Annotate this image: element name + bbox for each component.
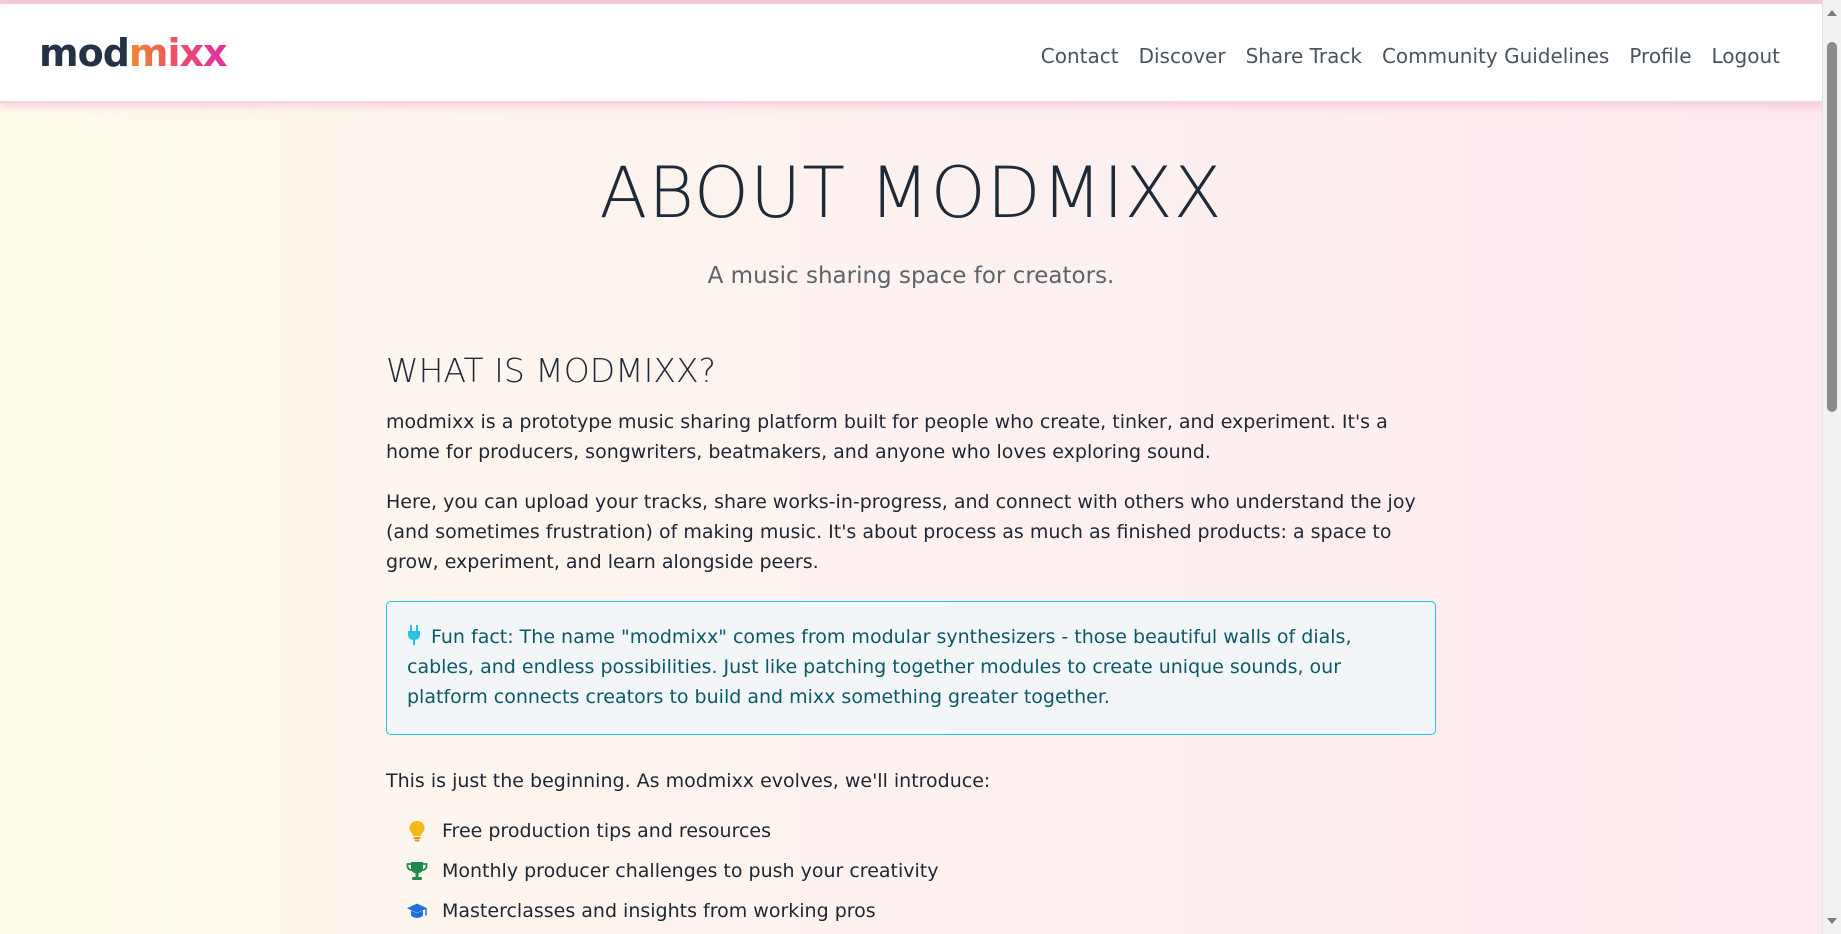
list-item: Monthly producer challenges to push your…: [406, 851, 1436, 891]
navbar: modmixx Contact Discover Share Track Com…: [0, 4, 1823, 103]
lightbulb-icon: [409, 821, 425, 842]
main-content: ABOUT MODMIXX A music sharing space for …: [386, 101, 1436, 931]
brand-part-mixx: mixx: [128, 31, 228, 75]
plug-icon: [408, 625, 420, 645]
brand-logo[interactable]: modmixx: [39, 29, 228, 77]
trophy-icon: [406, 862, 428, 880]
nav-links: Contact Discover Share Track Community G…: [1041, 42, 1780, 70]
feature-list: Free production tips and resources Month…: [386, 811, 1436, 931]
nav-community-guidelines[interactable]: Community Guidelines: [1382, 42, 1609, 70]
list-item: Free production tips and resources: [406, 811, 1436, 851]
feature-label: Monthly producer challenges to push your…: [442, 860, 939, 882]
scroll-down-arrow-icon[interactable]: [1827, 918, 1837, 924]
section-heading-what-is: WHAT IS MODMIXX?: [386, 351, 717, 390]
features-intro: This is just the beginning. As modmixx e…: [386, 770, 991, 792]
nav-share-track[interactable]: Share Track: [1246, 42, 1362, 70]
list-item: Masterclasses and insights from working …: [406, 891, 1436, 931]
nav-logout[interactable]: Logout: [1712, 42, 1780, 70]
page-subtitle: A music sharing space for creators.: [707, 263, 1115, 289]
feature-label: Free production tips and resources: [442, 820, 772, 842]
about-paragraph-1: modmixx is a prototype music sharing pla…: [386, 411, 1388, 463]
feature-label: Masterclasses and insights from working …: [442, 900, 876, 922]
nav-profile[interactable]: Profile: [1629, 42, 1691, 70]
brand-part-mod: mod: [39, 31, 130, 75]
fun-fact-text: Fun fact: The name "modmixx" comes from …: [407, 626, 1352, 708]
scrollbar-thumb[interactable]: [1827, 42, 1837, 412]
nav-contact[interactable]: Contact: [1041, 42, 1119, 70]
page-title: ABOUT MODMIXX: [599, 152, 1223, 234]
about-paragraph-2: Here, you can upload your tracks, share …: [386, 491, 1416, 573]
fun-fact-callout: Fun fact: The name "modmixx" comes from …: [386, 601, 1436, 735]
vertical-scrollbar[interactable]: [1822, 0, 1841, 934]
nav-discover[interactable]: Discover: [1139, 42, 1226, 70]
graduation-cap-icon: [406, 903, 428, 918]
scroll-up-arrow-icon[interactable]: [1827, 10, 1837, 16]
